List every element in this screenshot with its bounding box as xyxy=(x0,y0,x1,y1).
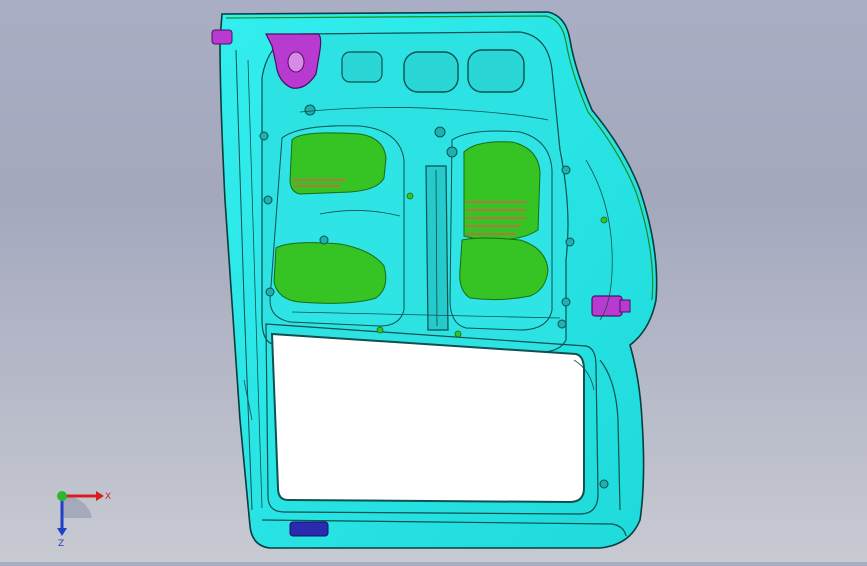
z-axis-label: Z xyxy=(58,539,64,549)
lower-latch-blue xyxy=(289,521,329,537)
window-opening xyxy=(270,332,585,504)
foam-pad-upper-left xyxy=(289,132,387,195)
upper-pocket-right xyxy=(467,49,525,93)
axis-triad: X Z xyxy=(48,478,118,550)
cad-viewport[interactable]: X Z xyxy=(0,0,867,562)
x-axis-label: X xyxy=(105,492,111,502)
upper-pocket-left xyxy=(403,51,459,93)
upper-pocket-small xyxy=(341,51,383,83)
hinge-tab xyxy=(211,29,233,45)
latch-bracket-tab xyxy=(619,299,631,313)
y-axis-icon xyxy=(57,491,67,501)
door-inner-panel-model[interactable] xyxy=(0,0,867,562)
foam-pad-lower-right xyxy=(459,237,549,301)
hinge-bracket-hole xyxy=(287,51,305,73)
